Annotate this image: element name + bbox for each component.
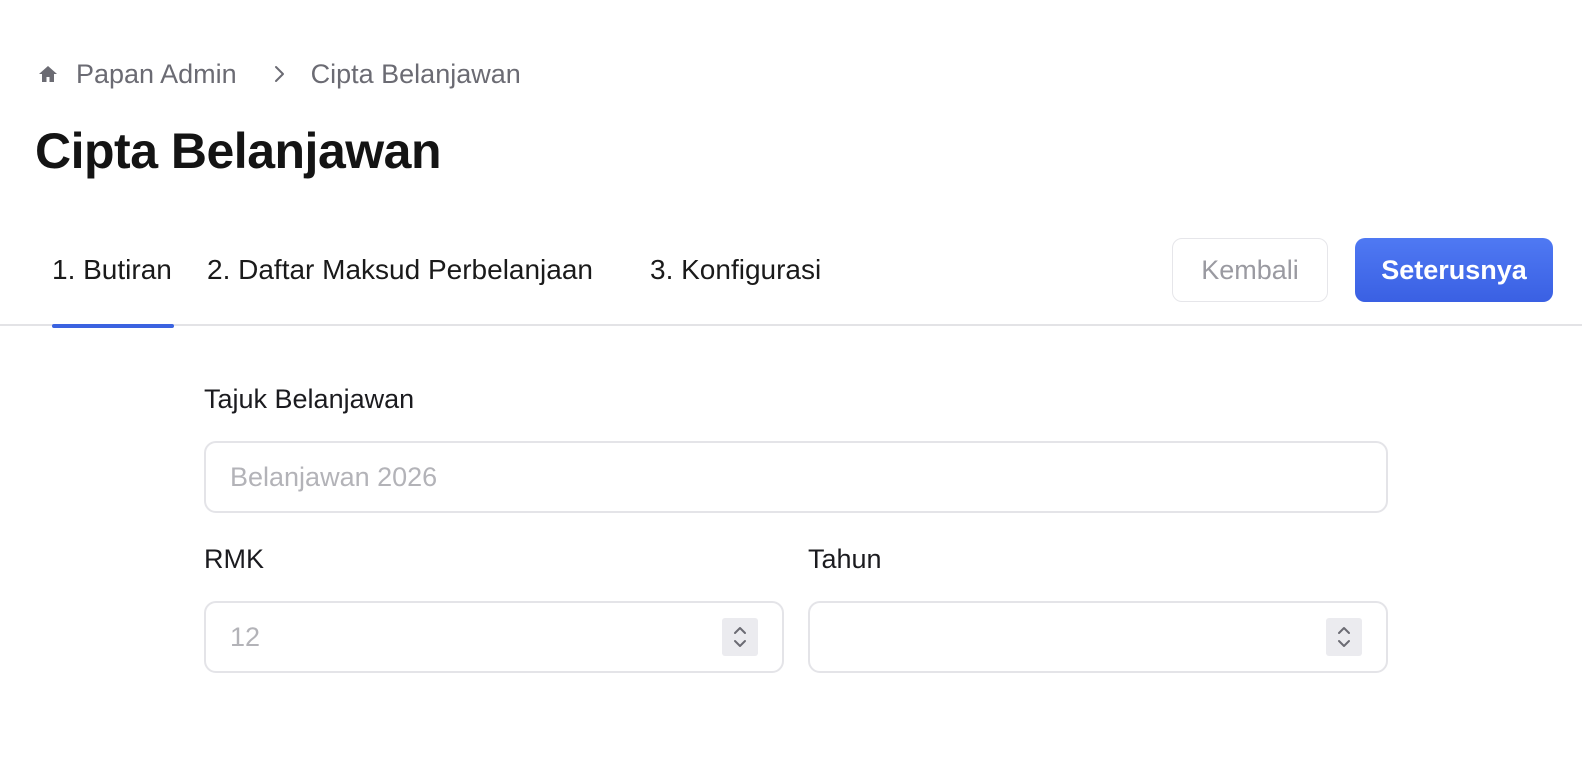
tab-step-configuration[interactable]: 3. Konfigurasi: [650, 250, 821, 326]
back-button[interactable]: Kembali: [1172, 238, 1328, 302]
year-number-input[interactable]: [808, 601, 1388, 673]
rmk-number-input[interactable]: 12: [204, 601, 784, 673]
budget-title-input[interactable]: Belanjawan 2026: [204, 441, 1388, 513]
chevron-up-icon: [734, 627, 746, 634]
breadcrumb-item-current: Cipta Belanjawan: [310, 58, 521, 89]
rmk-placeholder: 12: [230, 621, 261, 652]
step-tabs-bar: 1. Butiran 2. Daftar Maksud Perbelanjaan…: [0, 236, 1582, 328]
breadcrumb: Papan Admin Cipta Belanjawan: [36, 56, 521, 92]
tab-step-details[interactable]: 1. Butiran: [52, 250, 174, 328]
rmk-label: RMK: [204, 544, 264, 574]
home-icon[interactable]: [36, 62, 60, 86]
budget-title-label: Tajuk Belanjawan: [204, 384, 415, 414]
rmk-stepper[interactable]: [722, 618, 758, 656]
year-label: Tahun: [808, 544, 882, 574]
tab-step-expenditure-list[interactable]: 2. Daftar Maksud Perbelanjaan: [207, 250, 593, 326]
create-budget-page: Papan Admin Cipta Belanjawan Cipta Belan…: [0, 0, 1582, 758]
year-stepper[interactable]: [1326, 618, 1362, 656]
chevron-down-icon: [734, 640, 746, 647]
chevron-down-icon: [1338, 640, 1350, 647]
next-button[interactable]: Seterusnya: [1355, 238, 1553, 302]
page-title: Cipta Belanjawan: [35, 123, 442, 179]
breadcrumb-item-admin-dashboard[interactable]: Papan Admin: [76, 59, 237, 90]
chevron-right-icon: [267, 62, 291, 86]
chevron-up-icon: [1338, 627, 1350, 634]
budget-title-placeholder: Belanjawan 2026: [230, 461, 438, 492]
